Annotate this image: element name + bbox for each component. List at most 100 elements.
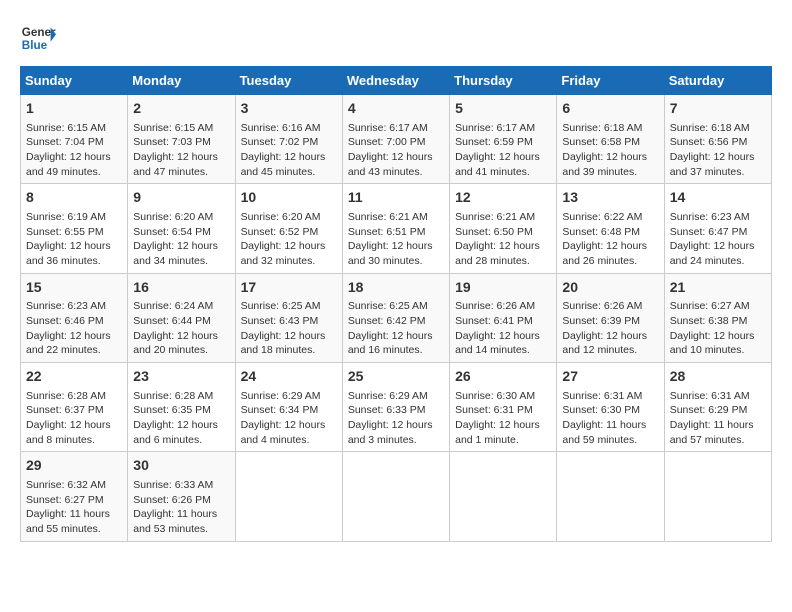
- calendar-cell: 15Sunrise: 6:23 AMSunset: 6:46 PMDayligh…: [21, 273, 128, 362]
- calendar-cell: 27Sunrise: 6:31 AMSunset: 6:30 PMDayligh…: [557, 363, 664, 452]
- day-number: 20: [562, 278, 658, 298]
- calendar-cell: 28Sunrise: 6:31 AMSunset: 6:29 PMDayligh…: [664, 363, 771, 452]
- sunrise-text: Sunrise: 6:27 AM: [670, 300, 750, 312]
- sunset-text: Sunset: 7:04 PM: [26, 136, 104, 148]
- svg-text:Blue: Blue: [22, 39, 48, 52]
- sunset-text: Sunset: 6:43 PM: [241, 315, 319, 327]
- sunrise-text: Sunrise: 6:29 AM: [348, 390, 428, 402]
- sunrise-text: Sunrise: 6:15 AM: [133, 122, 213, 134]
- sunrise-text: Sunrise: 6:22 AM: [562, 211, 642, 223]
- sunrise-text: Sunrise: 6:23 AM: [26, 300, 106, 312]
- sunrise-text: Sunrise: 6:28 AM: [26, 390, 106, 402]
- sunrise-text: Sunrise: 6:20 AM: [133, 211, 213, 223]
- calendar-cell: 30Sunrise: 6:33 AMSunset: 6:26 PMDayligh…: [128, 452, 235, 541]
- sunset-text: Sunset: 6:30 PM: [562, 404, 640, 416]
- sunset-text: Sunset: 7:02 PM: [241, 136, 319, 148]
- calendar-cell: 29Sunrise: 6:32 AMSunset: 6:27 PMDayligh…: [21, 452, 128, 541]
- day-number: 14: [670, 188, 766, 208]
- calendar-cell: 9 Sunrise: 6:20 AM Sunset: 6:54 PM Daylight…: [128, 184, 235, 273]
- calendar-cell: 16Sunrise: 6:24 AMSunset: 6:44 PMDayligh…: [128, 273, 235, 362]
- sunset-text: Sunset: 6:31 PM: [455, 404, 533, 416]
- sunrise-text: Sunrise: 6:31 AM: [670, 390, 750, 402]
- calendar-cell: 20Sunrise: 6:26 AMSunset: 6:39 PMDayligh…: [557, 273, 664, 362]
- calendar-cell: 18Sunrise: 6:25 AMSunset: 6:42 PMDayligh…: [342, 273, 449, 362]
- calendar-cell: 5Sunrise: 6:17 AMSunset: 6:59 PMDaylight…: [450, 95, 557, 184]
- daylight-text: Daylight: 12 hours and 41 minutes.: [455, 151, 540, 178]
- day-number: 10: [241, 188, 337, 208]
- calendar-cell: 1 Sunrise: 6:15 AM Sunset: 7:04 PM Daylight…: [21, 95, 128, 184]
- day-number: 18: [348, 278, 444, 298]
- calendar-cell: [342, 452, 449, 541]
- sunrise-text: Sunrise: 6:26 AM: [562, 300, 642, 312]
- day-number: 1: [26, 99, 122, 119]
- sunset-text: Sunset: 6:38 PM: [670, 315, 748, 327]
- daylight-text: Daylight: 12 hours and 39 minutes.: [562, 151, 647, 178]
- daylight-text: Daylight: 12 hours and 32 minutes.: [241, 240, 326, 267]
- calendar-cell: 4Sunrise: 6:17 AMSunset: 7:00 PMDaylight…: [342, 95, 449, 184]
- daylight-text: Daylight: 12 hours and 16 minutes.: [348, 330, 433, 357]
- calendar-week-4: 22Sunrise: 6:28 AMSunset: 6:37 PMDayligh…: [21, 363, 772, 452]
- sunrise-text: Sunrise: 6:24 AM: [133, 300, 213, 312]
- daylight-text: Daylight: 12 hours and 14 minutes.: [455, 330, 540, 357]
- header-friday: Friday: [557, 67, 664, 95]
- calendar-table: SundayMondayTuesdayWednesdayThursdayFrid…: [20, 66, 772, 542]
- sunset-text: Sunset: 6:48 PM: [562, 226, 640, 238]
- day-number: 11: [348, 188, 444, 208]
- daylight-text: Daylight: 12 hours and 10 minutes.: [670, 330, 755, 357]
- calendar-cell: 21Sunrise: 6:27 AMSunset: 6:38 PMDayligh…: [664, 273, 771, 362]
- header-monday: Monday: [128, 67, 235, 95]
- sunrise-text: Sunrise: 6:19 AM: [26, 211, 106, 223]
- calendar-cell: [664, 452, 771, 541]
- daylight-text: Daylight: 12 hours and 49 minutes.: [26, 151, 111, 178]
- sunrise-text: Sunrise: 6:20 AM: [241, 211, 321, 223]
- calendar-cell: 11Sunrise: 6:21 AMSunset: 6:51 PMDayligh…: [342, 184, 449, 273]
- day-number: 12: [455, 188, 551, 208]
- header-saturday: Saturday: [664, 67, 771, 95]
- daylight-text: Daylight: 12 hours and 43 minutes.: [348, 151, 433, 178]
- sunrise-text: Sunrise: 6:33 AM: [133, 479, 213, 491]
- day-number: 9: [133, 188, 229, 208]
- calendar-cell: 25Sunrise: 6:29 AMSunset: 6:33 PMDayligh…: [342, 363, 449, 452]
- logo: General Blue: [20, 20, 56, 56]
- sunset-text: Sunset: 6:27 PM: [26, 494, 104, 506]
- sunrise-text: Sunrise: 6:18 AM: [562, 122, 642, 134]
- day-number: 25: [348, 367, 444, 387]
- day-number: 29: [26, 456, 122, 476]
- sunset-text: Sunset: 7:03 PM: [133, 136, 211, 148]
- calendar-cell: [235, 452, 342, 541]
- daylight-text: Daylight: 12 hours and 12 minutes.: [562, 330, 647, 357]
- day-number: 16: [133, 278, 229, 298]
- sunset-text: Sunset: 6:47 PM: [670, 226, 748, 238]
- sunset-text: Sunset: 6:46 PM: [26, 315, 104, 327]
- daylight-text: Daylight: 12 hours and 36 minutes.: [26, 240, 111, 267]
- day-number: 27: [562, 367, 658, 387]
- calendar-cell: 26Sunrise: 6:30 AMSunset: 6:31 PMDayligh…: [450, 363, 557, 452]
- daylight-text: Daylight: 12 hours and 34 minutes.: [133, 240, 218, 267]
- sunset-text: Sunset: 6:50 PM: [455, 226, 533, 238]
- sunset-text: Sunset: 6:55 PM: [26, 226, 104, 238]
- day-number: 3: [241, 99, 337, 119]
- daylight-text: Daylight: 12 hours and 4 minutes.: [241, 419, 326, 446]
- header-tuesday: Tuesday: [235, 67, 342, 95]
- daylight-text: Daylight: 12 hours and 47 minutes.: [133, 151, 218, 178]
- page-header: General Blue: [20, 20, 772, 56]
- day-number: 28: [670, 367, 766, 387]
- calendar-header-row: SundayMondayTuesdayWednesdayThursdayFrid…: [21, 67, 772, 95]
- daylight-text: Daylight: 11 hours and 55 minutes.: [26, 508, 110, 535]
- sunset-text: Sunset: 6:54 PM: [133, 226, 211, 238]
- sunrise-text: Sunrise: 6:21 AM: [455, 211, 535, 223]
- daylight-text: Daylight: 12 hours and 37 minutes.: [670, 151, 755, 178]
- calendar-week-3: 15Sunrise: 6:23 AMSunset: 6:46 PMDayligh…: [21, 273, 772, 362]
- day-number: 19: [455, 278, 551, 298]
- calendar-week-2: 8Sunrise: 6:19 AMSunset: 6:55 PMDaylight…: [21, 184, 772, 273]
- daylight-text: Daylight: 12 hours and 45 minutes.: [241, 151, 326, 178]
- sunset-text: Sunset: 6:33 PM: [348, 404, 426, 416]
- sunrise-text: Sunrise: 6:28 AM: [133, 390, 213, 402]
- daylight-text: Daylight: 12 hours and 1 minute.: [455, 419, 540, 446]
- sunrise-text: Sunrise: 6:17 AM: [348, 122, 428, 134]
- sunset-text: Sunset: 6:42 PM: [348, 315, 426, 327]
- day-number: 13: [562, 188, 658, 208]
- day-number: 17: [241, 278, 337, 298]
- sunrise-text: Sunrise: 6:15 AM: [26, 122, 106, 134]
- sunset-text: Sunset: 6:29 PM: [670, 404, 748, 416]
